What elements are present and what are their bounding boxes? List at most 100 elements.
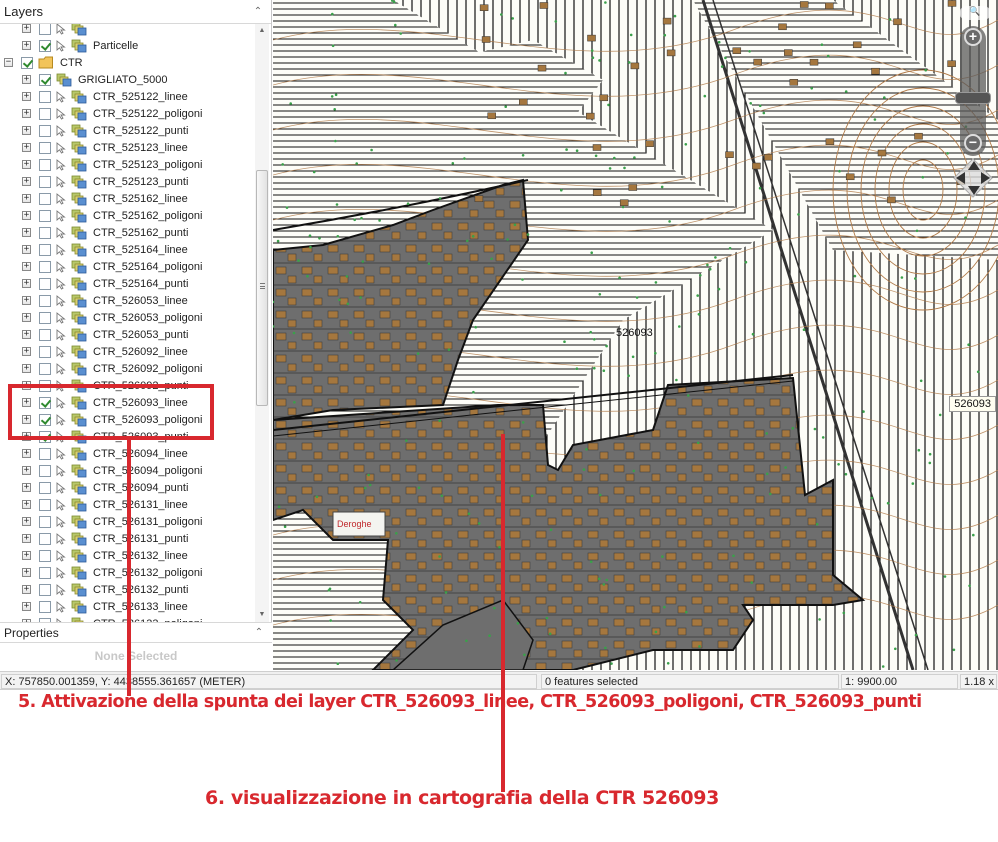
layer-item[interactable]: + CTR_526094_linee: [0, 445, 252, 462]
layer-visibility-checkbox[interactable]: [39, 175, 51, 188]
selectable-cursor-icon[interactable]: [56, 515, 66, 528]
selectable-cursor-icon[interactable]: [56, 532, 66, 545]
layer-visibility-checkbox[interactable]: [39, 90, 51, 103]
expand-node-icon[interactable]: +: [22, 262, 31, 271]
zoom-in-button[interactable]: +: [964, 28, 982, 46]
layer-item[interactable]: + CTR_525162_linee: [0, 190, 252, 207]
expand-node-icon[interactable]: +: [22, 313, 31, 322]
expand-node-icon[interactable]: +: [22, 279, 31, 288]
expand-node-icon[interactable]: +: [22, 211, 31, 220]
layer-item[interactable]: + Particelle: [0, 37, 252, 54]
layer-visibility-checkbox[interactable]: [39, 24, 51, 35]
layer-visibility-checkbox[interactable]: [39, 600, 51, 613]
layer-item[interactable]: + CTR_526092_poligoni: [0, 360, 252, 377]
layer-visibility-checkbox[interactable]: [39, 328, 51, 341]
expand-node-icon[interactable]: +: [22, 228, 31, 237]
scroll-up-icon[interactable]: ▲: [255, 24, 269, 38]
selectable-cursor-icon[interactable]: [56, 362, 66, 375]
selectable-cursor-icon[interactable]: [56, 600, 66, 613]
expand-node-icon[interactable]: +: [22, 517, 31, 526]
selectable-cursor-icon[interactable]: [56, 345, 66, 358]
expand-node-icon[interactable]: +: [22, 109, 31, 118]
selectable-cursor-icon[interactable]: [56, 124, 66, 137]
layer-item[interactable]: +: [0, 24, 252, 37]
selectable-cursor-icon[interactable]: [56, 175, 66, 188]
layer-visibility-checkbox[interactable]: [39, 209, 51, 222]
layer-item[interactable]: + CTR_525164_poligoni: [0, 258, 252, 275]
layer-item[interactable]: + CTR_525162_poligoni: [0, 207, 252, 224]
layer-visibility-checkbox[interactable]: [39, 226, 51, 239]
layer-item[interactable]: + CTR_526131_linee: [0, 496, 252, 513]
expand-node-icon[interactable]: +: [22, 194, 31, 203]
layer-visibility-checkbox[interactable]: [39, 192, 51, 205]
layer-item[interactable]: + CTR_526131_punti: [0, 530, 252, 547]
selectable-cursor-icon[interactable]: [56, 260, 66, 273]
layer-visibility-checkbox[interactable]: [39, 158, 51, 171]
scale-readout[interactable]: 1: 9900.00: [841, 674, 958, 689]
layer-item[interactable]: + CTR_526053_punti: [0, 326, 252, 343]
layers-scrollbar[interactable]: ▲ ▼: [255, 24, 269, 622]
layer-visibility-checkbox[interactable]: [39, 549, 51, 562]
selectable-cursor-icon[interactable]: [56, 107, 66, 120]
search-icon[interactable]: 🔍: [960, 6, 990, 20]
expand-node-icon[interactable]: +: [22, 245, 31, 254]
selectable-cursor-icon[interactable]: [56, 24, 66, 35]
expand-node-icon[interactable]: +: [22, 534, 31, 543]
scrollbar-thumb[interactable]: [256, 170, 268, 406]
layer-item[interactable]: + CTR_525162_punti: [0, 224, 252, 241]
expand-node-icon[interactable]: +: [22, 347, 31, 356]
selectable-cursor-icon[interactable]: [56, 583, 66, 596]
layer-item[interactable]: + CTR_525123_linee: [0, 139, 252, 156]
layer-visibility-checkbox[interactable]: [39, 515, 51, 528]
layer-item[interactable]: + CTR_526133_linee: [0, 598, 252, 615]
expand-node-icon[interactable]: +: [22, 568, 31, 577]
layer-item[interactable]: + CTR_526132_poligoni: [0, 564, 252, 581]
pan-up-icon[interactable]: [968, 161, 980, 170]
layer-visibility-checkbox[interactable]: [39, 532, 51, 545]
layer-item[interactable]: + CTR_526094_punti: [0, 479, 252, 496]
expand-node-icon[interactable]: +: [22, 160, 31, 169]
layer-item[interactable]: + CTR_525122_punti: [0, 122, 252, 139]
zoom-slider-handle[interactable]: [955, 92, 991, 104]
expand-node-icon[interactable]: +: [22, 41, 31, 50]
selectable-cursor-icon[interactable]: [56, 481, 66, 494]
layer-visibility-checkbox[interactable]: [39, 583, 51, 596]
expand-node-icon[interactable]: +: [22, 296, 31, 305]
layer-visibility-checkbox[interactable]: [39, 124, 51, 137]
selectable-cursor-icon[interactable]: [56, 464, 66, 477]
layer-item[interactable]: + CTR_525122_linee: [0, 88, 252, 105]
selectable-cursor-icon[interactable]: [56, 243, 66, 256]
expand-node-icon[interactable]: +: [22, 143, 31, 152]
zoom-out-button[interactable]: −: [964, 134, 982, 152]
layer-visibility-checkbox[interactable]: [39, 464, 51, 477]
pan-down-icon[interactable]: [968, 186, 980, 195]
layer-visibility-checkbox[interactable]: [39, 39, 51, 52]
selectable-cursor-icon[interactable]: [56, 226, 66, 239]
layer-item[interactable]: + CTR_525123_poligoni: [0, 156, 252, 173]
expand-node-icon[interactable]: +: [22, 449, 31, 458]
layer-visibility-checkbox[interactable]: [39, 481, 51, 494]
layer-item[interactable]: + CTR_526094_poligoni: [0, 462, 252, 479]
selectable-cursor-icon[interactable]: [56, 566, 66, 579]
expand-node-icon[interactable]: +: [22, 585, 31, 594]
selectable-cursor-icon[interactable]: [56, 294, 66, 307]
layer-visibility-checkbox[interactable]: [39, 260, 51, 273]
selectable-cursor-icon[interactable]: [56, 158, 66, 171]
collapse-layers-icon[interactable]: ⌃: [251, 5, 265, 19]
selectable-cursor-icon[interactable]: [56, 90, 66, 103]
layer-item[interactable]: + CTR_526053_poligoni: [0, 309, 252, 326]
selectable-cursor-icon[interactable]: [56, 549, 66, 562]
layer-visibility-checkbox[interactable]: [21, 56, 33, 69]
selectable-cursor-icon[interactable]: [56, 311, 66, 324]
expand-node-icon[interactable]: +: [22, 177, 31, 186]
layer-item[interactable]: + GRIGLIATO_5000: [0, 71, 252, 88]
layer-group[interactable]: − CTR: [0, 54, 252, 71]
selectable-cursor-icon[interactable]: [56, 192, 66, 205]
selectable-cursor-icon[interactable]: [56, 39, 66, 52]
layer-item[interactable]: + CTR_525122_poligoni: [0, 105, 252, 122]
selectable-cursor-icon[interactable]: [56, 277, 66, 290]
map-view[interactable]: 526093 Deroghe 526093 🔍 + −: [273, 0, 998, 670]
layer-visibility-checkbox[interactable]: [39, 141, 51, 154]
selectable-cursor-icon[interactable]: [56, 498, 66, 511]
expand-node-icon[interactable]: +: [22, 483, 31, 492]
